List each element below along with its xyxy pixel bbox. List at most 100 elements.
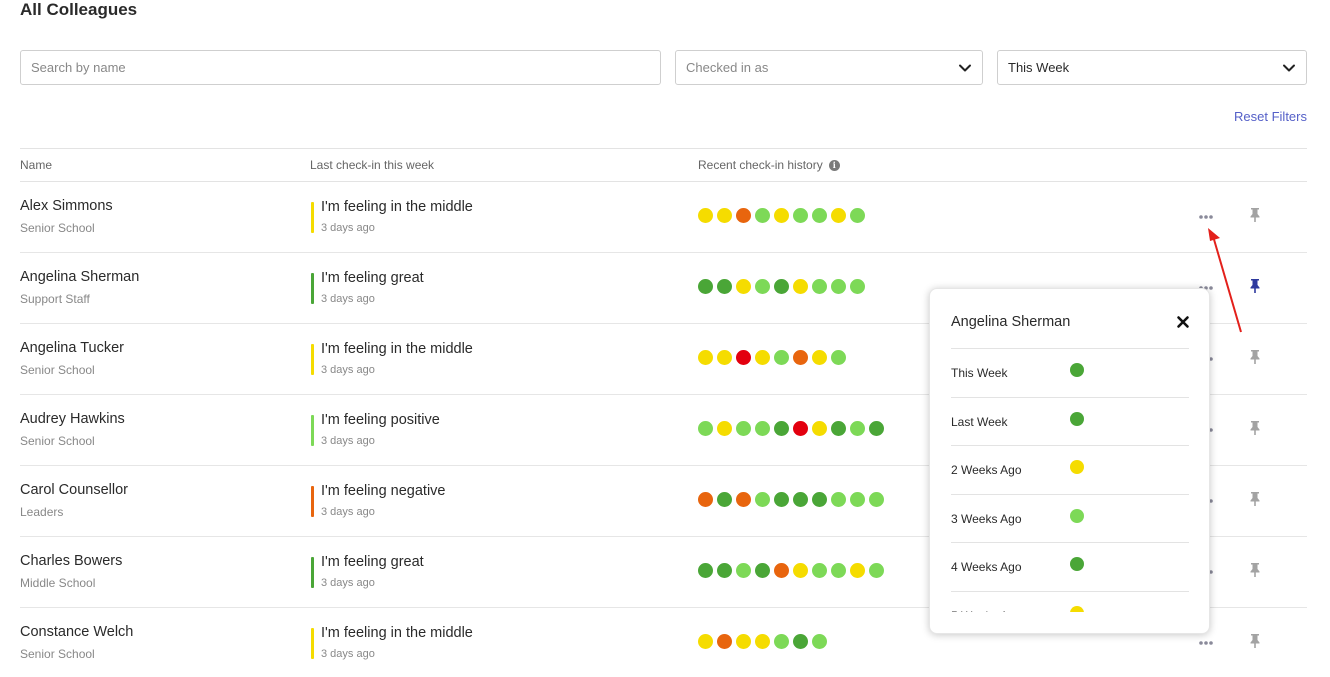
search-input[interactable] (20, 50, 661, 85)
history-dot (755, 279, 770, 294)
history-dot (812, 350, 827, 365)
more-horizontal-icon[interactable] (1196, 633, 1216, 653)
popover-title: Angelina Sherman (951, 314, 1071, 330)
history-dot (717, 350, 732, 365)
chevron-down-icon (958, 61, 972, 75)
colleague-name[interactable]: Constance Welch (20, 624, 133, 640)
history-dot (736, 208, 751, 223)
history-dot (774, 350, 789, 365)
period-value: This Week (1008, 60, 1070, 75)
history-dot (736, 350, 751, 365)
history-mood-dot (1070, 363, 1084, 377)
checkin-time: 3 days ago (321, 293, 375, 305)
popover-history-list[interactable]: This Week Last Week 2 Weeks Ago 3 Weeks Ago… (951, 348, 1189, 612)
history-dot (812, 279, 827, 294)
history-dot (774, 208, 789, 223)
history-dot (774, 634, 789, 649)
colleague-group: Support Staff (20, 292, 90, 306)
history-dot (869, 492, 884, 507)
column-header-name: Name (20, 158, 53, 172)
history-dot (793, 421, 808, 436)
history-dot (831, 350, 846, 365)
mood-indicator-bar (311, 273, 314, 304)
history-dot (850, 421, 865, 436)
history-dot (736, 563, 751, 578)
checkin-feeling: I'm feeling great (321, 554, 424, 570)
history-dot (698, 350, 713, 365)
checkin-time: 3 days ago (321, 506, 375, 518)
history-dot (736, 279, 751, 294)
history-dot (793, 563, 808, 578)
history-dot (869, 421, 884, 436)
more-horizontal-icon[interactable] (1196, 207, 1216, 227)
checkin-feeling: I'm feeling in the middle (321, 199, 473, 215)
popover-history-item: Last Week (951, 396, 1189, 446)
history-mood-dot (1070, 605, 1084, 612)
table-header: Name Last check-in this week Recent chec… (20, 148, 1307, 182)
history-dot (774, 279, 789, 294)
checkin-time: 3 days ago (321, 648, 375, 660)
checked-in-as-value: Checked in as (686, 60, 769, 75)
checkin-history-dots (698, 350, 846, 365)
pin-icon[interactable] (1246, 490, 1264, 508)
pin-icon[interactable] (1246, 277, 1264, 295)
mood-indicator-bar (311, 202, 314, 233)
history-dot (755, 208, 770, 223)
mood-indicator-bar (311, 486, 314, 517)
pin-icon[interactable] (1246, 561, 1264, 579)
popover-history-item: 5 Weeks Ago (951, 590, 1189, 612)
colleague-group: Senior School (20, 647, 95, 661)
period-select[interactable]: This Week (997, 50, 1307, 85)
checkin-time: 3 days ago (321, 364, 375, 376)
history-period-label: 2 Weeks Ago (951, 463, 1022, 477)
checkin-feeling: I'm feeling great (321, 270, 424, 286)
column-header-last-checkin: Last check-in this week (310, 158, 435, 172)
history-dot (755, 563, 770, 578)
history-dot (850, 208, 865, 223)
history-dot (793, 279, 808, 294)
history-dot (831, 421, 846, 436)
close-icon[interactable] (1175, 314, 1191, 330)
checkin-history-dots (698, 421, 884, 436)
history-mood-dot (1070, 557, 1084, 571)
popover-history-item: 3 Weeks Ago (951, 493, 1189, 543)
history-dot (755, 634, 770, 649)
checkin-time: 3 days ago (321, 577, 375, 589)
page-title: All Colleagues (20, 0, 138, 19)
checked-in-as-select[interactable]: Checked in as (675, 50, 983, 85)
colleague-name[interactable]: Charles Bowers (20, 553, 122, 569)
info-icon[interactable]: i (828, 159, 840, 171)
history-dot (698, 563, 713, 578)
colleague-name[interactable]: Audrey Hawkins (20, 411, 125, 427)
checkin-feeling: I'm feeling negative (321, 483, 446, 499)
pin-icon[interactable] (1246, 348, 1264, 366)
checkin-history-dots (698, 492, 884, 507)
checkin-history-dots (698, 279, 865, 294)
history-dot (717, 208, 732, 223)
colleague-group: Senior School (20, 363, 95, 377)
history-dot (698, 421, 713, 436)
checkin-history-dots (698, 634, 827, 649)
reset-filters-link[interactable]: Reset Filters (1234, 109, 1307, 124)
history-dot (812, 208, 827, 223)
history-dot (831, 279, 846, 294)
pin-icon[interactable] (1246, 419, 1264, 437)
history-dot (736, 634, 751, 649)
checkin-history-dots (698, 563, 884, 578)
pin-icon[interactable] (1246, 206, 1264, 224)
colleague-name[interactable]: Angelina Tucker (20, 340, 124, 356)
colleague-name[interactable]: Angelina Sherman (20, 269, 139, 285)
colleague-name[interactable]: Alex Simmons (20, 198, 113, 214)
pin-icon[interactable] (1246, 632, 1264, 650)
history-dot (850, 279, 865, 294)
history-period-label: This Week (951, 366, 1008, 380)
colleague-group: Senior School (20, 221, 95, 235)
table-row[interactable]: Alex Simmons Senior School I'm feeling in … (20, 182, 1307, 253)
mood-indicator-bar (311, 344, 314, 375)
colleague-group: Senior School (20, 434, 95, 448)
history-dot (717, 421, 732, 436)
colleague-name[interactable]: Carol Counsellor (20, 482, 128, 498)
history-dot (755, 350, 770, 365)
checkin-feeling: I'm feeling positive (321, 412, 440, 428)
history-dot (812, 634, 827, 649)
